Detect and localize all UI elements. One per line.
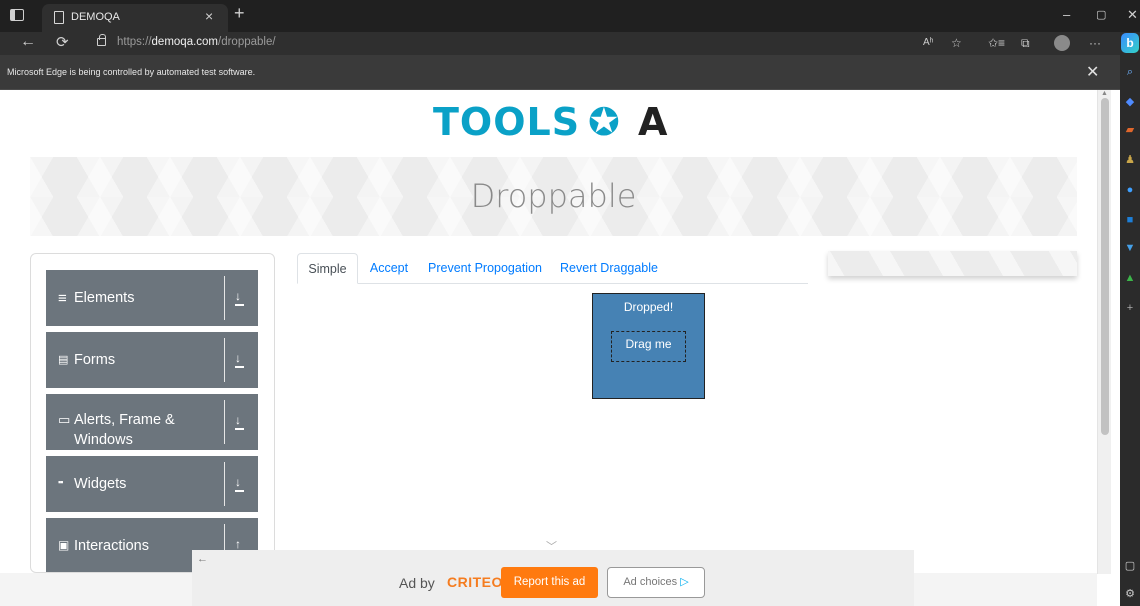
tab-prevent-propogation[interactable]: Prevent Propogation xyxy=(426,253,544,284)
minimize-icon[interactable]: – xyxy=(1063,7,1070,22)
read-aloud-icon[interactable]: Aʰ xyxy=(923,37,934,48)
send-icon[interactable]: ▼ xyxy=(1124,242,1136,254)
group-widgets[interactable]: ▪▪ Widgets ↓ xyxy=(46,456,258,512)
ad-back-arrow-icon[interactable]: ← xyxy=(197,553,208,565)
chevron-down-icon[interactable]: ↓ xyxy=(235,413,244,430)
url-host: demoqa.com xyxy=(151,36,219,48)
settings-gear-icon[interactable]: ⚙ xyxy=(1124,588,1136,600)
logo-letter-a: A xyxy=(638,100,668,144)
tab-actions-icon[interactable] xyxy=(10,9,24,21)
group-elements[interactable]: ≡ Elements ↓ xyxy=(46,270,258,326)
drop-target-label: Dropped! xyxy=(623,300,674,314)
report-ad-button[interactable]: Report this ad xyxy=(501,567,598,598)
right-ad-banner xyxy=(828,251,1077,276)
group-divider xyxy=(224,400,225,444)
lock-icon[interactable] xyxy=(97,34,106,46)
ad-choices-button[interactable]: Ad choices ▷ xyxy=(607,567,705,598)
criteo-logo[interactable]: CRITEO xyxy=(447,574,503,590)
chevron-down-icon[interactable]: ↓ xyxy=(235,289,244,306)
logo-gear-icon: ✪ xyxy=(588,100,620,144)
url-field[interactable]: https://demoqa.com/droppable/ xyxy=(117,36,276,48)
tab-close-icon[interactable]: × xyxy=(205,8,213,24)
ad-bar: ← Ad by CRITEO Report this ad Ad choices… xyxy=(192,550,914,606)
ad-choices-icon: ▷ xyxy=(680,576,689,588)
games-icon[interactable]: ♟ xyxy=(1124,154,1136,166)
scroll-thumb[interactable] xyxy=(1101,98,1109,435)
tab-title: DEMOQA xyxy=(71,11,120,23)
favorites-icon[interactable]: ✩≡ xyxy=(988,36,1005,50)
chevron-up-icon[interactable]: ↑ xyxy=(235,537,241,551)
ad-choices-label: Ad choices xyxy=(623,576,678,588)
group-divider xyxy=(224,338,225,382)
group-alerts-frame-windows[interactable]: ▭ Alerts, Frame & Windows ↓ xyxy=(46,394,258,450)
ad-by-label: Ad by xyxy=(399,575,435,591)
tab-accept[interactable]: Accept xyxy=(363,253,415,284)
hamburger-icon: ≡ xyxy=(58,290,67,307)
page-title: Droppable xyxy=(470,177,637,215)
interactions-icon: ▣ xyxy=(58,538,70,552)
group-label: Alerts, Frame & xyxy=(74,412,175,428)
page-header-banner: Droppable xyxy=(30,157,1077,236)
group-label-line2: Windows xyxy=(74,432,133,448)
address-bar: ← ⟳ https://demoqa.com/droppable/ Aʰ ☆ ✩… xyxy=(0,32,1120,55)
page-scrollbar[interactable]: ▲ xyxy=(1097,90,1111,574)
add-sidebar-icon[interactable]: + xyxy=(1124,302,1136,314)
ad-strip-left xyxy=(0,573,192,606)
reload-icon[interactable]: ⟳ xyxy=(56,33,69,51)
group-label: Widgets xyxy=(74,476,127,492)
window-close-icon[interactable]: ✕ xyxy=(1127,7,1138,23)
ad-strip-right xyxy=(914,573,1097,606)
automation-info-bar: Microsoft Edge is being controlled by au… xyxy=(0,55,1120,90)
profile-avatar[interactable] xyxy=(1054,35,1070,51)
chevron-down-icon[interactable]: ↓ xyxy=(235,351,244,368)
chevron-down-icon[interactable]: ↓ xyxy=(235,475,244,492)
group-label: Elements xyxy=(74,290,135,306)
draggable-box[interactable]: Drag me xyxy=(611,331,686,362)
automation-message: Microsoft Edge is being controlled by au… xyxy=(7,67,256,77)
page-icon xyxy=(54,11,64,24)
group-label: Interactions xyxy=(74,538,149,554)
group-label: Forms xyxy=(74,352,116,368)
tab-revert-draggable[interactable]: Revert Draggable xyxy=(559,253,659,284)
outlook-icon[interactable]: ■ xyxy=(1124,214,1136,226)
url-scheme: https:// xyxy=(117,36,152,48)
restore-icon[interactable]: ▢ xyxy=(1096,8,1106,21)
copilot-icon[interactable]: b xyxy=(1121,33,1139,53)
form-icon: ▤ xyxy=(58,354,69,366)
edge-sidebar: ⌕ ◆ ▰ ♟ ● ■ ▼ ▲ + ▢ ⚙ xyxy=(1120,32,1140,606)
collections-icon[interactable]: ⧉ xyxy=(1021,36,1030,51)
tab-simple[interactable]: Simple xyxy=(297,253,358,284)
toolsqa-logo[interactable]: TOOLS ✪ A xyxy=(433,100,683,150)
widgets-icon: ▪▪ xyxy=(58,477,63,487)
sidebar-toggle-icon[interactable]: ▢ xyxy=(1124,560,1136,572)
tools-briefcase-icon[interactable]: ▰ xyxy=(1124,124,1136,136)
droppable-tabs: Simple Accept Prevent Propogation Revert… xyxy=(297,253,808,284)
favorite-star-icon[interactable]: ☆ xyxy=(951,36,962,50)
back-arrow-icon[interactable]: ← xyxy=(20,33,36,51)
shopping-tag-icon[interactable]: ◆ xyxy=(1124,96,1136,108)
logo-text: TOOLS xyxy=(433,100,581,144)
browser-title-bar: DEMOQA × + – ▢ ✕ xyxy=(0,0,1140,32)
scroll-up-arrow-icon[interactable]: ▲ xyxy=(1101,90,1108,97)
group-forms[interactable]: ▤ Forms ↓ xyxy=(46,332,258,388)
copilot-circle-icon[interactable]: ● xyxy=(1124,184,1136,196)
window-icon: ▭ xyxy=(58,412,71,427)
search-icon[interactable]: ⌕ xyxy=(1124,66,1136,78)
left-navigation-panel: ≡ Elements ↓ ▤ Forms ↓ ▭ Alerts, Frame &… xyxy=(30,253,275,573)
new-tab-icon[interactable]: + xyxy=(234,3,245,24)
group-divider xyxy=(224,276,225,320)
more-menu-icon[interactable]: ··· xyxy=(1089,36,1101,50)
infobar-close-icon[interactable]: ✕ xyxy=(1086,62,1099,82)
tree-icon[interactable]: ▲ xyxy=(1124,272,1136,284)
browser-tab[interactable]: DEMOQA × xyxy=(42,4,228,32)
url-path: /droppable/ xyxy=(218,36,276,48)
group-divider xyxy=(224,462,225,506)
